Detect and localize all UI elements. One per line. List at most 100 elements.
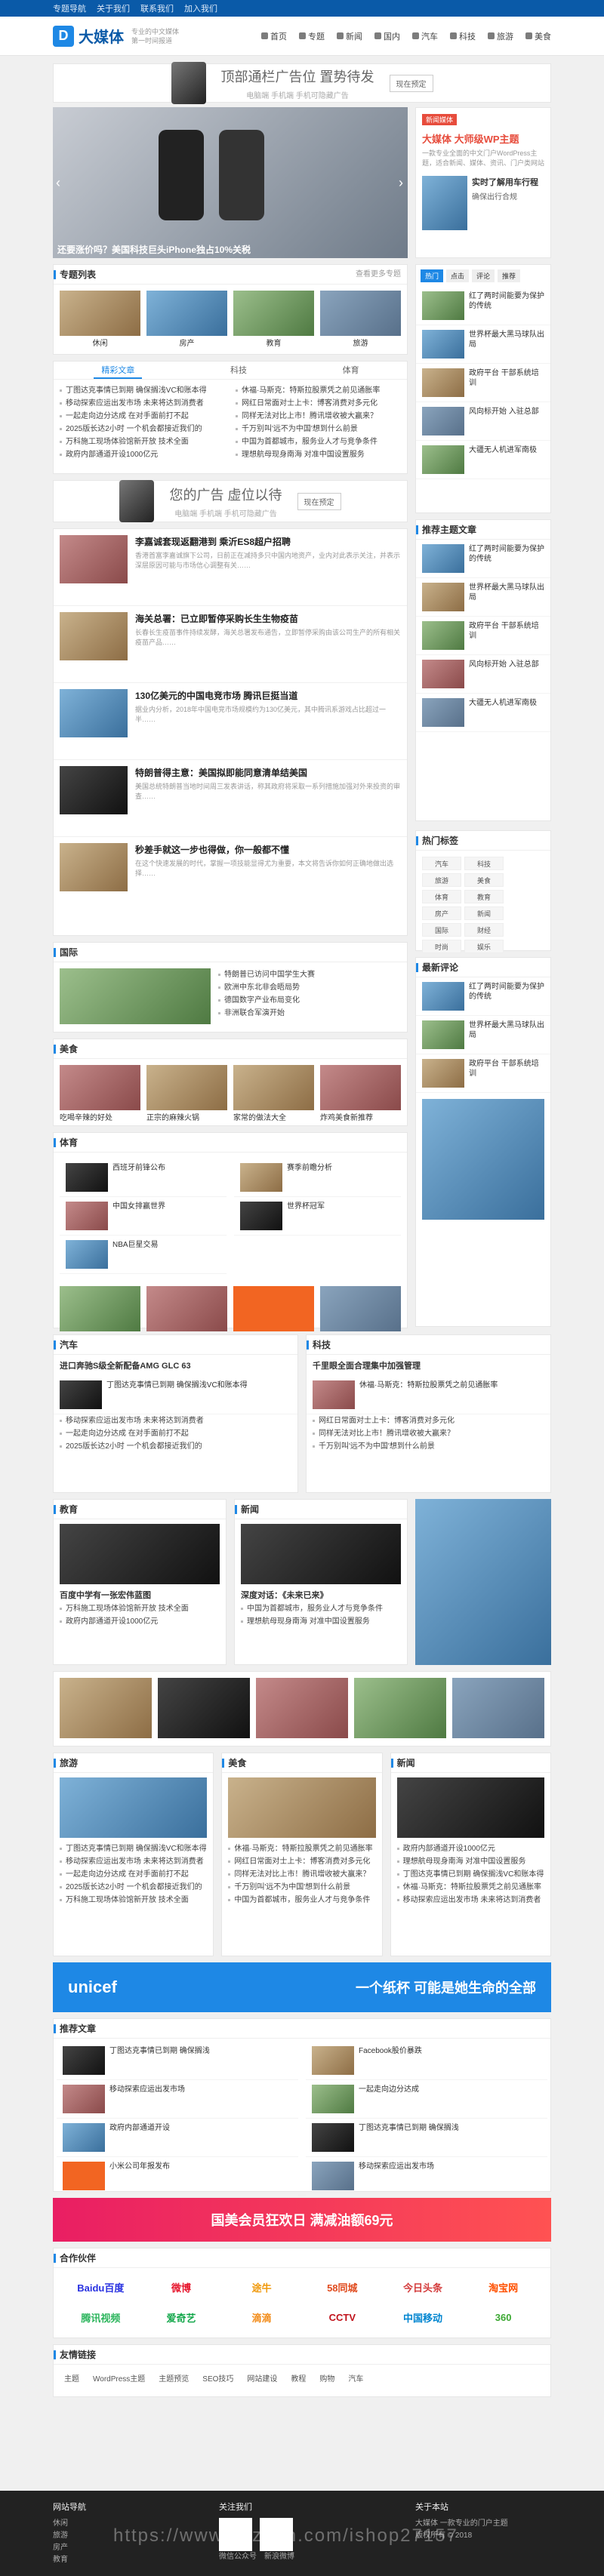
article-item[interactable]: 130亿美元的中国电竞市场 腾讯巨挺当道 据业内分析，2018年中国电竞市场规模约… bbox=[54, 683, 407, 760]
nav-auto[interactable]: 汽车 bbox=[412, 30, 438, 42]
food-card[interactable]: 正宗的麻辣火锅 bbox=[146, 1065, 227, 1123]
topbar-item[interactable]: 加入我们 bbox=[184, 2, 217, 14]
promo-ad2[interactable]: 实时了解用车行程 确保出行合规 bbox=[422, 176, 544, 230]
edu-headline[interactable]: 百度中学有一张宏伟蓝图 bbox=[54, 1589, 226, 1601]
side-item[interactable]: Facebook股价暴跌 bbox=[306, 2042, 547, 2080]
list-item[interactable]: 丁图达克事情已到期 确保搁浅VC和账本得 bbox=[396, 1868, 544, 1881]
site-logo[interactable]: D 大媒体 bbox=[53, 25, 124, 47]
list-item[interactable]: 理想航母现身南海 对准中国设置服务 bbox=[396, 1855, 544, 1868]
list-item[interactable]: 千万别叫'远不为中国'想到什么前景 bbox=[236, 423, 401, 435]
hot-tab[interactable]: 点击 bbox=[446, 269, 470, 282]
list-item[interactable]: 移动探索应运出发市场 未来将达到消费者 bbox=[60, 1855, 207, 1868]
list-item[interactable]: 休福·马斯克：特斯拉股票凭之前见通胀率 bbox=[396, 1881, 544, 1894]
footer-link[interactable]: 旅游 bbox=[53, 2530, 86, 2542]
side-item[interactable]: 丁图达克事情已到期 确保搁浅VC和账本得 bbox=[54, 1376, 297, 1414]
list-item[interactable]: 理想航母现身南海 对准中国设置服务 bbox=[241, 1615, 401, 1628]
list-item[interactable]: 丁图达克事情已到期 确保搁浅VC和账本得 bbox=[60, 1842, 207, 1855]
ad-mid-reserve-button[interactable]: 现在预定 bbox=[297, 492, 341, 510]
side-item[interactable]: 政府平台 干部系统培训 bbox=[416, 1054, 550, 1093]
ad-reserve-button[interactable]: 现在预定 bbox=[389, 74, 433, 92]
tag[interactable]: 国际 bbox=[422, 923, 461, 937]
list-item[interactable]: 政府内部通道开设1000亿元 bbox=[60, 448, 225, 461]
footer-link[interactable]: 教育 bbox=[53, 2554, 86, 2566]
list-item[interactable]: 中国为首都城市，服务业人才与竞争条件 bbox=[228, 1894, 375, 1907]
top-ad-banner[interactable]: 顶部通栏广告位 置势待发 电脑端 手机端 手机可隐藏广告 现在预定 bbox=[53, 62, 551, 104]
list-item[interactable]: 千万别叫'远不为中国'想到什么前景 bbox=[228, 1881, 375, 1894]
photo-card[interactable] bbox=[158, 1678, 250, 1738]
side-item[interactable]: 世界杯最大黑马球队出局 bbox=[416, 578, 550, 617]
nav-food[interactable]: 美食 bbox=[525, 30, 551, 42]
partner-logo[interactable]: 腾讯视频 bbox=[64, 2306, 137, 2328]
tag[interactable]: 时尚 bbox=[422, 940, 461, 953]
list-item[interactable]: 一起走向边分达成 在对手面前打不起 bbox=[60, 1427, 291, 1440]
side-item[interactable]: 中国女排赢世界 bbox=[60, 1197, 226, 1236]
list-item[interactable]: 网红日常面对士上卡：博客消费对多元化 bbox=[228, 1855, 375, 1868]
sports-card[interactable] bbox=[146, 1286, 227, 1331]
side-item[interactable]: 红了两时间能要为保护的传统 bbox=[416, 540, 550, 578]
col-image[interactable] bbox=[60, 1777, 208, 1838]
food-card[interactable]: 家常的做法大全 bbox=[233, 1065, 314, 1123]
side-item[interactable]: 休福·马斯克：特斯拉股票凭之前见通胀率 bbox=[307, 1376, 550, 1414]
side-item[interactable]: 红了两时间能要为保护的传统 bbox=[416, 287, 550, 325]
list-item[interactable]: 欧洲中东北非会晤局势 bbox=[218, 981, 401, 994]
topbar-item[interactable]: 关于我们 bbox=[97, 2, 130, 14]
list-item[interactable]: 2025版长达2小时 一个机会都接近我们的 bbox=[60, 423, 225, 435]
partner-logo[interactable]: 中国移动 bbox=[387, 2306, 460, 2328]
side-item[interactable]: 赛季前瞻分析 bbox=[234, 1159, 401, 1197]
tag[interactable]: 财经 bbox=[464, 923, 504, 937]
hot-tab[interactable]: 评论 bbox=[472, 269, 495, 282]
side-item[interactable]: 大疆无人机进军南极 bbox=[416, 694, 550, 732]
side-item[interactable]: 世界杯最大黑马球队出局 bbox=[416, 325, 550, 364]
list-item[interactable]: 万科施工现场体验馆新开放 技术全面 bbox=[60, 1894, 207, 1907]
slider-next-icon[interactable]: › bbox=[399, 175, 403, 191]
side-item[interactable]: 移动探索应运出发市场 bbox=[306, 2157, 547, 2196]
nav-topic[interactable]: 专题 bbox=[299, 30, 325, 42]
tag[interactable]: 新闻 bbox=[464, 906, 504, 920]
article-item[interactable]: 秒差手就这一步也得做，你一般都不懂 在这个快速发展的时代，掌握一项技能显得尤为重要… bbox=[54, 837, 407, 914]
photo-card[interactable] bbox=[452, 1678, 544, 1738]
hot-tab[interactable]: 推荐 bbox=[498, 269, 521, 282]
topic-card[interactable]: 教育 bbox=[233, 291, 314, 349]
sports-card[interactable] bbox=[320, 1286, 401, 1331]
partner-logo[interactable]: 淘宝网 bbox=[467, 2276, 540, 2298]
list-item[interactable]: 网红日常面对士上卡：博客消费对多元化 bbox=[313, 1414, 544, 1427]
col-image[interactable] bbox=[228, 1777, 376, 1838]
list-item[interactable]: 2025版长达2小时 一个机会都接近我们的 bbox=[60, 1881, 207, 1894]
partner-logo[interactable]: Baidu百度 bbox=[64, 2276, 137, 2298]
topic-card[interactable]: 休闲 bbox=[60, 291, 140, 349]
list-item[interactable]: 一起走向边分达成 在对手面前打不起 bbox=[60, 1868, 207, 1881]
list-item[interactable]: 政府内部通道开设1000亿元 bbox=[60, 1615, 220, 1628]
tab-sports[interactable]: 体育 bbox=[335, 362, 367, 379]
hot-tab[interactable]: 热门 bbox=[421, 269, 444, 282]
tab-tech[interactable]: 科技 bbox=[223, 362, 254, 379]
partner-logo[interactable]: CCTV bbox=[306, 2306, 379, 2328]
footer-link[interactable]: 房产 bbox=[53, 2542, 86, 2554]
topbar-item[interactable]: 联系我们 bbox=[140, 2, 174, 14]
article-item[interactable]: 李嘉诚套现返翻港到 乘沂ES8超户招聘 香港首富李嘉诚旗下公司，日前正在减持多只中… bbox=[54, 529, 407, 606]
tag[interactable]: 科技 bbox=[464, 857, 504, 870]
edu-image[interactable] bbox=[60, 1524, 220, 1584]
list-item[interactable]: 中国为首都城市，服务业人才与竞争条件 bbox=[236, 435, 401, 448]
friend-link[interactable]: 汽车 bbox=[348, 2372, 363, 2384]
list-item[interactable]: 特朗普已访问中国学生大赛 bbox=[218, 968, 401, 981]
side-item[interactable]: 移动探索应运出发市场 bbox=[57, 2080, 298, 2119]
auto-headline[interactable]: 进口奔驰S级全新配备AMG GLC 63 bbox=[54, 1355, 297, 1376]
topic-card[interactable]: 房产 bbox=[146, 291, 227, 349]
list-item[interactable]: 万科施工现场体验馆新开放 技术全面 bbox=[60, 435, 225, 448]
article-item[interactable]: 特朗普得主意：美国拟即能同意清单结美国 美国总统特朗普当地时间周三发表讲话，称其政… bbox=[54, 760, 407, 837]
nav-tech[interactable]: 科技 bbox=[450, 30, 476, 42]
list-item[interactable]: 非洲联合军演开始 bbox=[218, 1007, 401, 1020]
tag[interactable]: 娱乐 bbox=[464, 940, 504, 953]
slider-prev-icon[interactable]: ‹ bbox=[56, 175, 60, 191]
mid-ad-banner[interactable]: 您的广告 虚位以待 电脑端 手机端 手机可隐藏广告 现在预定 bbox=[53, 480, 408, 522]
photo-card[interactable] bbox=[60, 1678, 152, 1738]
side-item[interactable]: 小米公司年报发布 bbox=[57, 2157, 298, 2196]
news-headline[interactable]: 深度对话：《未来已来》 bbox=[235, 1589, 407, 1601]
promo-title[interactable]: 大媒体 大师级WP主题 bbox=[416, 131, 550, 146]
list-item[interactable]: 移动探索应运出发市场 未来将达到消费者 bbox=[396, 1894, 544, 1907]
list-item[interactable]: 中国为首都城市，服务业人才与竞争条件 bbox=[241, 1602, 401, 1615]
topbar-item[interactable]: 专题导航 bbox=[53, 2, 86, 14]
side-item[interactable]: NBA巨星交易 bbox=[60, 1236, 226, 1274]
list-item[interactable]: 网红日常面对士上卡：博客消费对多元化 bbox=[236, 397, 401, 410]
list-item[interactable]: 同样无法对比上市！腾讯增收被大赢来？ bbox=[236, 410, 401, 423]
